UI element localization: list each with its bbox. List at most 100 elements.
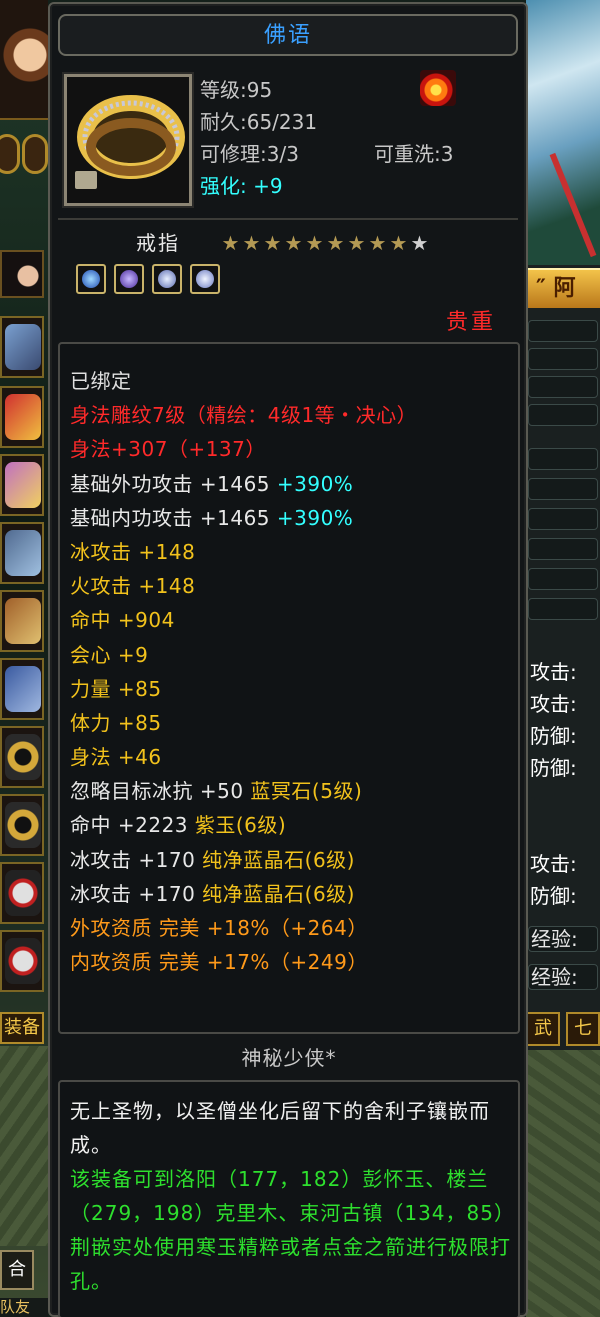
right-tab-bar: 武 七 <box>526 1012 600 1046</box>
attributes-box: 已绑定 身法雕纹7级（精绘：4级1等・决心） 身法+307（+137） 基础外功攻击 … <box>58 342 520 1034</box>
banner-decoration <box>526 0 600 265</box>
location-hint: 该装备可到洛阳（177，182）彭怀玉、楼兰（279，198）克里木、束河古镇（… <box>70 1167 515 1293</box>
attribute-segment: +390% <box>276 471 354 496</box>
right-panel-row <box>528 538 598 560</box>
tooltip-title-bar: 佛语 <box>58 14 518 56</box>
enhance-value: +9 <box>253 174 283 198</box>
gem-socket <box>76 264 106 294</box>
combine-button[interactable]: 合 <box>0 1250 34 1290</box>
attribute-line: 外攻资质 完美 +18%（+264） <box>70 911 518 945</box>
socketed-gems <box>76 264 220 294</box>
equip-slot-charm-1[interactable] <box>0 862 44 924</box>
seven-tab[interactable]: 七 <box>566 1012 600 1046</box>
item-level: 等级:95 <box>200 78 273 102</box>
equip-slot-boots[interactable] <box>0 658 44 720</box>
item-rarity: 贵重 <box>445 310 496 335</box>
equip-slot-ring-2[interactable] <box>0 794 44 856</box>
right-panel-row <box>528 448 598 470</box>
equip-slot-belt[interactable] <box>0 590 44 652</box>
right-panel-row <box>528 348 598 370</box>
player-portrait[interactable] <box>0 0 48 120</box>
attribute-segment: 纯净蓝晶石(6级) <box>202 847 355 872</box>
attribute-line: 身法雕纹7级（精绘：4级1等・决心） <box>70 398 518 432</box>
equip-slot-necklace[interactable] <box>0 522 44 584</box>
attribute-segment: 冰攻击 +170 <box>70 847 203 872</box>
attribute-line: 冰攻击 +170 纯净蓝晶石(6级) <box>70 843 518 877</box>
equip-slot-charm-2[interactable] <box>0 930 44 992</box>
attribute-segment: 基础内功攻击 +1465 <box>70 505 277 530</box>
teammate-tab[interactable]: 队友 <box>0 1298 48 1317</box>
attribute-segment: 命中 +2223 <box>70 813 195 838</box>
attribute-line: 命中 +904 <box>70 603 518 637</box>
equip-slot-weapon[interactable] <box>0 316 44 378</box>
attribute-line: 冰攻击 +148 <box>70 535 518 569</box>
attribute-segment: 冰攻击 +170 <box>70 881 203 906</box>
attribute-segment: 体力 +85 <box>70 710 162 735</box>
gem-socket <box>114 264 144 294</box>
game-scene: 装备 合 队友 ″ 阿 攻击: 攻击: 防御: 防御: 攻击: 防御: 经验: … <box>0 0 600 1317</box>
attribute-line: 体力 +85 <box>70 706 518 740</box>
ring-icon <box>75 95 185 189</box>
attribute-segment: 会心 +9 <box>70 642 149 667</box>
attribute-segment: 内攻资质 完美 +17%（+249） <box>70 950 368 975</box>
equip-slot-armor[interactable] <box>0 386 44 448</box>
attribute-segment: 身法 +46 <box>70 745 162 770</box>
attribute-line: 冰攻击 +170 纯净蓝晶石(6级) <box>70 877 518 911</box>
flame-icon <box>420 70 456 106</box>
attribute-segment: 外攻资质 完美 +18%（+264） <box>70 916 368 940</box>
attribute-segment: 身法雕纹7级（精绘：4级1等・决心） <box>70 403 418 428</box>
right-panel-row <box>528 508 598 530</box>
martial-tab[interactable]: 武 <box>526 1012 560 1046</box>
attribute-segment: 基础外功攻击 +1465 <box>70 471 277 496</box>
attribute-line: 身法 +46 <box>70 740 518 774</box>
experience-row: 经验: <box>528 926 598 952</box>
attribute-line: 忽略目标冰抗 +50 蓝冥石(5级) <box>70 774 518 808</box>
item-owner: 神秘少侠* <box>241 1046 337 1070</box>
star-filled-icon: ★ <box>347 231 366 255</box>
round-button-right[interactable] <box>22 134 48 174</box>
ground-terrain-right <box>526 1050 600 1317</box>
gem-socket <box>190 264 220 294</box>
star-rating: ★ ★ ★ ★ ★ ★ ★ ★ ★ ★ <box>220 230 430 256</box>
attribute-line: 基础外功攻击 +1465 +390% <box>70 467 518 501</box>
defense-label: 防御: <box>530 724 577 748</box>
attribute-line: 火攻击 +148 <box>70 569 518 603</box>
star-filled-icon: ★ <box>242 231 261 255</box>
attribute-segment: +390% <box>276 505 354 530</box>
attribute-line: 会心 +9 <box>70 638 518 672</box>
attribute-segment: 身法+307（+137） <box>70 437 266 462</box>
ground-terrain-left <box>0 1046 48 1246</box>
star-filled-icon: ★ <box>326 231 345 255</box>
experience-row: 经验: <box>528 964 598 990</box>
gem-socket <box>152 264 182 294</box>
enhance-label: 强化: <box>200 174 247 198</box>
divider <box>58 218 518 220</box>
item-type: 戒指 <box>136 231 180 255</box>
right-panel-row <box>528 320 598 342</box>
attribute-line: 命中 +2223 紫玉(6级) <box>70 808 518 842</box>
attribute-list: 已绑定 身法雕纹7级（精绘：4级1等・决心） 身法+307（+137） 基础外功攻击 … <box>70 364 518 979</box>
right-panel-header[interactable]: ″ 阿 <box>526 268 600 308</box>
attribute-segment: 紫玉(6级) <box>194 813 287 838</box>
description-text: 无上圣物，以圣僧坐化后留下的舍利子镶嵌而成。 <box>70 1099 490 1157</box>
attribute-segment: 忽略目标冰抗 +50 <box>70 779 251 804</box>
right-info-panel: ″ 阿 攻击: 攻击: 防御: 防御: 攻击: 防御: 经验: 经验: 武 七 <box>526 0 600 1317</box>
star-filled-icon: ★ <box>305 231 324 255</box>
equip-slot-ring-1[interactable] <box>0 726 44 788</box>
banner-pole <box>549 152 597 258</box>
attribute-segment: 冰攻击 +148 <box>70 539 196 564</box>
round-button-left[interactable] <box>0 134 20 174</box>
companion-portrait[interactable] <box>0 250 44 298</box>
star-filled-icon: ★ <box>263 231 282 255</box>
attribute-line: 力量 +85 <box>70 672 518 706</box>
right-panel-row <box>528 404 598 426</box>
equipment-tab[interactable]: 装备 <box>0 1012 44 1044</box>
right-panel-row <box>528 376 598 398</box>
equip-slot-bracer[interactable] <box>0 454 44 516</box>
right-panel-row <box>528 568 598 590</box>
star-empty-icon: ★ <box>410 231 429 255</box>
right-panel-row <box>528 478 598 500</box>
attribute-segment: 力量 +85 <box>70 676 162 701</box>
defense-label: 防御: <box>530 756 577 780</box>
item-name: 佛语 <box>263 23 312 48</box>
